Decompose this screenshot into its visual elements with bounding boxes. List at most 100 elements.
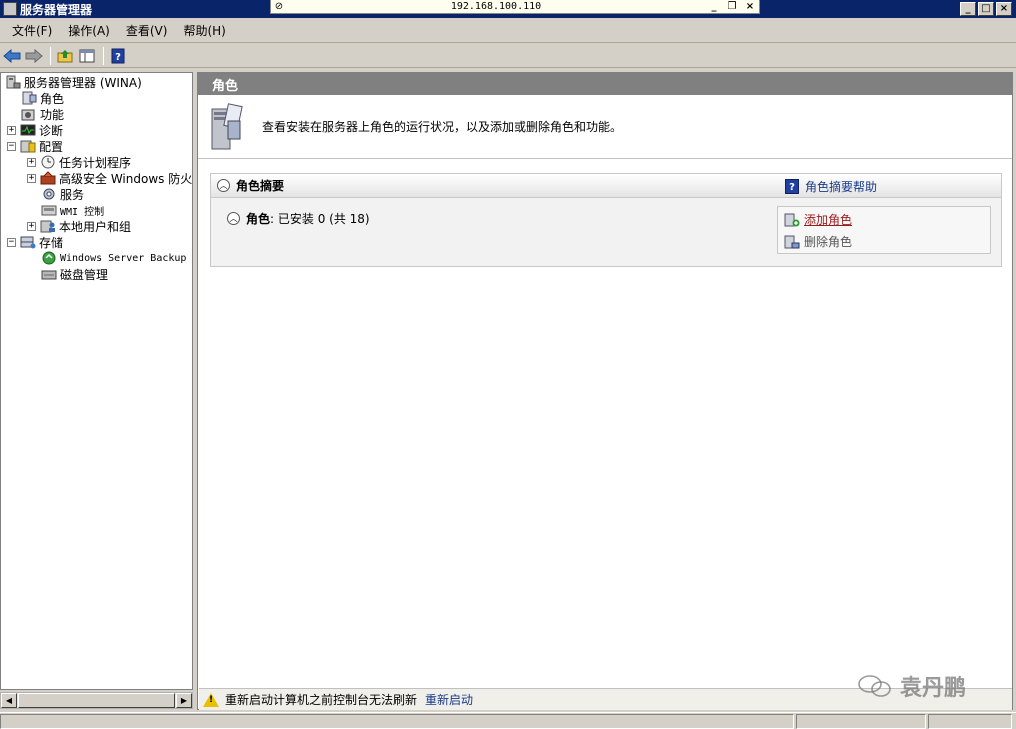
window-title: 服务器管理器 bbox=[20, 2, 93, 17]
scroll-left-arrow-icon[interactable]: ◀ bbox=[1, 693, 17, 708]
tree-item-roles[interactable]: 角色 bbox=[21, 90, 64, 106]
tree-item-storage[interactable]: − 存储 bbox=[7, 234, 63, 250]
status-cell-3 bbox=[928, 714, 1012, 729]
restart-link[interactable]: 重新启动 bbox=[425, 691, 473, 708]
storage-icon bbox=[20, 236, 36, 249]
warning-text: 重新启动计算机之前控制台无法刷新 bbox=[225, 693, 418, 707]
menu-bar: 文件(F) 操作(A) 查看(V) 帮助(H) bbox=[0, 18, 1016, 43]
pin-icon[interactable]: ⊘ bbox=[271, 1, 287, 12]
tree-item-wmi[interactable]: WMI 控制 bbox=[41, 202, 104, 218]
roles-tasks-panel: 添加角色 删除角色 bbox=[777, 206, 991, 254]
remove-roles-label: 删除角色 bbox=[804, 235, 853, 249]
roles-subsection: ︿ 角色 : 已安装 0 (共 18) bbox=[213, 206, 776, 256]
tree-diagnostics-label: 诊断 bbox=[39, 123, 64, 138]
help-icon: ? bbox=[111, 48, 125, 63]
collapse-icon[interactable]: − bbox=[7, 237, 16, 247]
roles-label: 角色 bbox=[246, 212, 271, 226]
help-button[interactable]: ? bbox=[108, 46, 128, 66]
tree-item-configuration[interactable]: − 配置 bbox=[7, 138, 63, 154]
tree-item-features[interactable]: 功能 bbox=[21, 106, 64, 122]
tree-horizontal-scrollbar[interactable]: ◀ ▶ bbox=[0, 692, 193, 709]
tree-item-services[interactable]: 服务 bbox=[41, 186, 84, 202]
warning-icon: ! bbox=[203, 692, 219, 707]
users-icon bbox=[40, 220, 55, 233]
roles-installed-status: : 已安装 0 (共 18) bbox=[270, 212, 370, 226]
expand-icon[interactable]: + bbox=[7, 125, 16, 135]
tree-item-firewall[interactable]: + 高级安全 Windows 防火墙 bbox=[27, 170, 193, 186]
remove-role-icon bbox=[784, 235, 800, 248]
tree-storage-label: 存储 bbox=[39, 235, 64, 250]
configuration-icon bbox=[20, 140, 36, 153]
firewall-icon bbox=[40, 171, 56, 185]
help-book-icon: ? bbox=[785, 179, 799, 194]
backup-icon bbox=[42, 251, 56, 265]
minimize-button[interactable]: _ bbox=[960, 2, 976, 16]
back-button[interactable] bbox=[2, 46, 22, 66]
scroll-thumb[interactable] bbox=[18, 693, 175, 708]
menu-help[interactable]: 帮助(H) bbox=[175, 22, 233, 39]
up-folder-button[interactable] bbox=[55, 46, 75, 66]
expand-icon[interactable]: + bbox=[27, 173, 36, 183]
add-role-icon bbox=[784, 213, 800, 226]
tree-item-backup[interactable]: Windows Server Backup bbox=[41, 250, 186, 266]
rdp-close-icon[interactable]: × bbox=[741, 1, 759, 12]
wechat-icon bbox=[858, 675, 891, 697]
remote-desktop-bar: ⊘ 192.168.100.110 _ ❐ × bbox=[270, 0, 760, 14]
expand-icon[interactable]: + bbox=[27, 157, 36, 167]
status-bar bbox=[0, 712, 1016, 729]
tree-root-label: 服务器管理器 (WINA) bbox=[24, 75, 142, 90]
tree-item-local-users[interactable]: + 本地用户和组 bbox=[27, 218, 131, 234]
roles-summary-header: ︿ 角色摘要 ? 角色摘要帮助 bbox=[211, 174, 1001, 198]
menu-action[interactable]: 操作(A) bbox=[60, 22, 118, 39]
roles-icon bbox=[22, 91, 37, 105]
toolbar-separator bbox=[50, 46, 51, 65]
clock-icon bbox=[41, 155, 55, 169]
tree-item-disk[interactable]: 磁盘管理 bbox=[41, 266, 108, 282]
menu-file[interactable]: 文件(F) bbox=[4, 22, 60, 39]
intro-banner: 查看安装在服务器上角色的运行状况，以及添加或删除角色和功能。 bbox=[198, 95, 1012, 159]
wmi-icon bbox=[41, 205, 57, 216]
roles-summary-help-link[interactable]: ? 角色摘要帮助 bbox=[785, 178, 877, 195]
tree-item-task-scheduler[interactable]: + 任务计划程序 bbox=[27, 154, 131, 170]
tree-roles-label: 角色 bbox=[40, 91, 65, 106]
up-folder-icon bbox=[57, 49, 73, 62]
disk-icon bbox=[41, 270, 57, 280]
scroll-right-arrow-icon[interactable]: ▶ bbox=[176, 693, 192, 708]
pane-header: 角色 bbox=[198, 73, 1012, 95]
watermark-text: 袁丹鹏 bbox=[900, 676, 967, 701]
status-cell-2 bbox=[796, 714, 926, 729]
tree-disk-label: 磁盘管理 bbox=[60, 267, 109, 282]
collapse-section-icon[interactable]: ︿ bbox=[217, 179, 230, 192]
console-tree-icon bbox=[79, 49, 95, 62]
intro-text: 查看安装在服务器上角色的运行状况，以及添加或删除角色和功能。 bbox=[262, 120, 623, 134]
tree-firewall-label: 高级安全 Windows 防火墙 bbox=[59, 171, 193, 186]
maximize-button[interactable]: □ bbox=[978, 2, 994, 16]
collapse-icon[interactable]: − bbox=[7, 141, 16, 151]
tree-local-users-label: 本地用户和组 bbox=[59, 219, 132, 234]
tree-task-scheduler-label: 任务计划程序 bbox=[59, 155, 132, 170]
close-button[interactable]: × bbox=[996, 2, 1012, 16]
roles-server-icon bbox=[211, 102, 243, 149]
roles-summary-section: ︿ 角色摘要 ? 角色摘要帮助 ︿ 角色 : 已安装 0 (共 18) 添加角色… bbox=[210, 173, 1002, 267]
tree-item-root[interactable]: 服务器管理器 (WINA) bbox=[5, 74, 142, 90]
forward-button[interactable] bbox=[24, 46, 44, 66]
features-icon bbox=[21, 109, 35, 121]
expand-icon[interactable]: + bbox=[27, 221, 36, 231]
diagnostics-icon bbox=[20, 124, 36, 136]
tree-services-label: 服务 bbox=[60, 187, 85, 202]
roles-count-row: ︿ 角色 : 已安装 0 (共 18) bbox=[227, 210, 370, 227]
rdp-restore-icon[interactable]: ❐ bbox=[723, 1, 741, 12]
svg-text:?: ? bbox=[115, 52, 121, 63]
server-icon bbox=[6, 75, 21, 89]
tree-item-diagnostics[interactable]: + 诊断 bbox=[7, 122, 63, 138]
collapse-roles-icon[interactable]: ︿ bbox=[227, 212, 240, 225]
gear-icon bbox=[43, 188, 55, 200]
rdp-minimize-icon[interactable]: _ bbox=[705, 1, 723, 12]
status-cell-main bbox=[0, 714, 794, 729]
show-hide-tree-button[interactable] bbox=[77, 46, 97, 66]
remove-roles-link[interactable]: 删除角色 bbox=[784, 233, 852, 250]
tree-features-label: 功能 bbox=[40, 107, 65, 122]
menu-view[interactable]: 查看(V) bbox=[118, 22, 176, 39]
toolbar-separator-2 bbox=[103, 46, 104, 65]
add-roles-link[interactable]: 添加角色 bbox=[784, 211, 852, 228]
